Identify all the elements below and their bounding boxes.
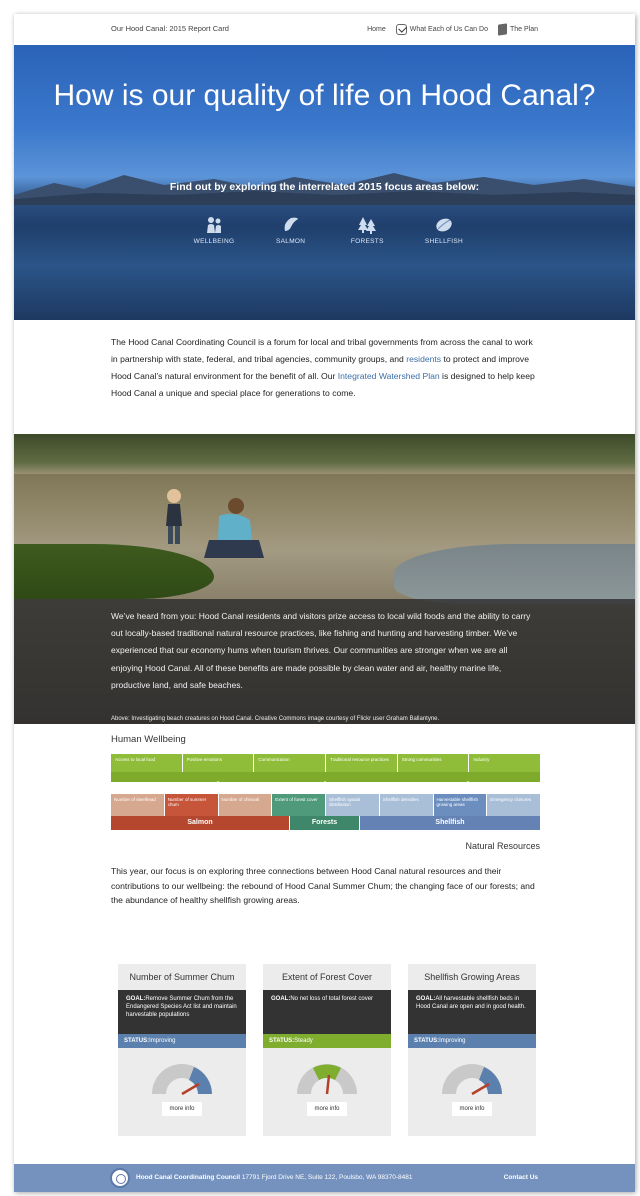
- resource-row: Number of steelhead Number of summer chum…: [111, 794, 540, 816]
- group-band-forests: Forests: [290, 816, 359, 830]
- card-title: Extent of Forest Cover: [281, 972, 373, 982]
- card-title: Shellfish Growing Areas: [424, 972, 520, 982]
- nav-label: The Plan: [509, 26, 538, 33]
- status-text: Improving: [439, 1038, 466, 1044]
- footer: Hood Canal Coordinating Council 17791 Fj…: [14, 1164, 635, 1192]
- photo-caption: Above: Investigating beach creatures on …: [111, 716, 440, 722]
- focus-label: WELLBEING: [193, 238, 235, 245]
- more-info-button[interactable]: more info: [307, 1102, 347, 1116]
- resource-cell[interactable]: Emergency closures: [487, 794, 540, 816]
- human-wellbeing-title: Human Wellbeing: [111, 734, 186, 745]
- goal-label: GOAL:: [416, 996, 436, 1002]
- connector-lines: [217, 781, 469, 794]
- shellfish-icon: [436, 218, 452, 232]
- book-icon: [497, 23, 507, 36]
- wellbeing-cell[interactable]: Industry: [469, 754, 540, 772]
- trees-icon: [358, 217, 377, 234]
- wellbeing-cell[interactable]: Access to local food: [111, 754, 183, 772]
- wellbeing-resources-diagram: Access to local food Positive emotions C…: [111, 754, 540, 830]
- card-status: STATUS:Improving: [118, 1034, 246, 1048]
- contact-us-link[interactable]: Contact Us: [504, 1174, 538, 1181]
- status-label: STATUS:: [124, 1038, 150, 1044]
- nav-home[interactable]: Home: [367, 26, 386, 33]
- wellbeing-row: Access to local food Positive emotions C…: [111, 754, 540, 772]
- goal-label: GOAL:: [271, 996, 291, 1002]
- card-status: STATUS:Improving: [408, 1034, 536, 1048]
- card-goal: GOAL:Remove Summer Chum from the Endange…: [118, 990, 246, 1034]
- nav-links: Home What Each of Us Can Do The Plan: [367, 23, 538, 36]
- hero-title: How is our quality of life on Hood Canal…: [53, 79, 596, 112]
- hero-banner: How is our quality of life on Hood Canal…: [14, 45, 635, 320]
- focus-wellbeing[interactable]: WELLBEING: [184, 215, 244, 245]
- resource-cell[interactable]: Number of chinook: [218, 794, 272, 816]
- card-goal: GOAL:All harvestable shellfish beds in H…: [408, 990, 536, 1034]
- focus-label: SHELLFISH: [424, 238, 464, 245]
- wellbeing-cell[interactable]: Positive emotions: [183, 754, 255, 772]
- focus-shellfish[interactable]: SHELLFISH: [414, 215, 474, 245]
- council-seal-icon: [110, 1168, 130, 1188]
- footer-org: Hood Canal Coordinating Council: [136, 1174, 240, 1181]
- resource-cell[interactable]: Extent of forest cover: [272, 794, 325, 816]
- focus-area-links: WELLBEING SALMON FORESTS SHELLFISH: [184, 215, 474, 245]
- group-band-salmon: Salmon: [111, 816, 289, 830]
- footer-address-line: Hood Canal Coordinating Council 17791 Fj…: [136, 1174, 412, 1181]
- site-title[interactable]: Our Hood Canal: 2015 Report Card: [111, 24, 229, 33]
- focus-label: FORESTS: [350, 238, 384, 245]
- card-title: Number of Summer Chum: [129, 972, 235, 982]
- resource-cell[interactable]: Harvestable shellfish growing areas: [433, 794, 487, 816]
- intro-paragraph: The Hood Canal Coordinating Council is a…: [111, 334, 538, 402]
- residents-link[interactable]: residents: [406, 354, 441, 364]
- resource-cell[interactable]: Number of steelhead: [111, 794, 164, 816]
- resource-cell[interactable]: Shellfish spatial distribution: [326, 794, 379, 816]
- wellbeing-icon: [207, 217, 221, 233]
- group-band-shellfish: Shellfish: [360, 816, 540, 830]
- card-goal: GOAL:No net loss of total forest cover: [263, 990, 391, 1034]
- nav-the-plan[interactable]: The Plan: [497, 23, 538, 36]
- gauge-icon: [152, 1064, 212, 1096]
- gauge-icon: [442, 1064, 502, 1096]
- nav-what-each-of-us-can-do[interactable]: What Each of Us Can Do: [395, 24, 488, 35]
- people-photo: [166, 489, 264, 558]
- more-info-button[interactable]: more info: [452, 1102, 492, 1116]
- natural-resources-label: Natural Resources: [465, 841, 540, 851]
- status-cards: Number of Summer Chum GOAL:Remove Summer…: [118, 964, 536, 1136]
- resource-cell[interactable]: Number of summer chum: [164, 794, 218, 816]
- card-shellfish-growing-areas: Shellfish Growing Areas GOAL:All harvest…: [408, 964, 536, 1136]
- status-text: Steady: [294, 1038, 313, 1044]
- card-status: STATUS:Steady: [263, 1034, 391, 1048]
- goal-text: No net loss of total forest cover: [290, 996, 374, 1002]
- card-summer-chum: Number of Summer Chum GOAL:Remove Summer…: [118, 964, 246, 1136]
- status-text: Improving: [149, 1038, 176, 1044]
- wellbeing-cell[interactable]: Traditional resource practices: [326, 754, 398, 772]
- nav-label: What Each of Us Can Do: [409, 26, 488, 33]
- focus-paragraph: This year, our focus is on exploring thr…: [111, 866, 535, 905]
- wellbeing-cell[interactable]: Communication: [254, 754, 327, 772]
- focus-label: SALMON: [276, 238, 306, 245]
- wellbeing-cell[interactable]: Strong communities: [398, 754, 470, 772]
- card-forest-cover: Extent of Forest Cover GOAL:No net loss …: [263, 964, 391, 1136]
- focus-forests[interactable]: FORESTS: [337, 215, 397, 245]
- focus-salmon[interactable]: SALMON: [261, 215, 321, 245]
- top-nav: Our Hood Canal: 2015 Report Card Home Wh…: [14, 14, 635, 45]
- more-info-button[interactable]: more info: [162, 1102, 202, 1116]
- overlay-text: We’ve heard from you: Hood Canal residen…: [111, 611, 531, 690]
- page-frame: Our Hood Canal: 2015 Report Card Home Wh…: [14, 14, 635, 1192]
- beach-photo-section: We’ve heard from you: Hood Canal residen…: [14, 434, 635, 724]
- status-label: STATUS:: [269, 1038, 295, 1044]
- hero-subtitle: Find out by exploring the interrelated 2…: [169, 181, 480, 193]
- status-label: STATUS:: [414, 1038, 440, 1044]
- integrated-watershed-plan-link[interactable]: Integrated Watershed Plan: [338, 371, 440, 381]
- goal-label: GOAL:: [126, 996, 146, 1002]
- gauge-icon: [297, 1064, 357, 1095]
- checkbox-icon: [395, 24, 407, 35]
- resource-cell[interactable]: Shellfish densities: [379, 794, 433, 816]
- salmon-icon: [284, 217, 298, 231]
- footer-address: 17791 Fjord Drive NE, Suite 122, Poulsbo…: [241, 1174, 413, 1181]
